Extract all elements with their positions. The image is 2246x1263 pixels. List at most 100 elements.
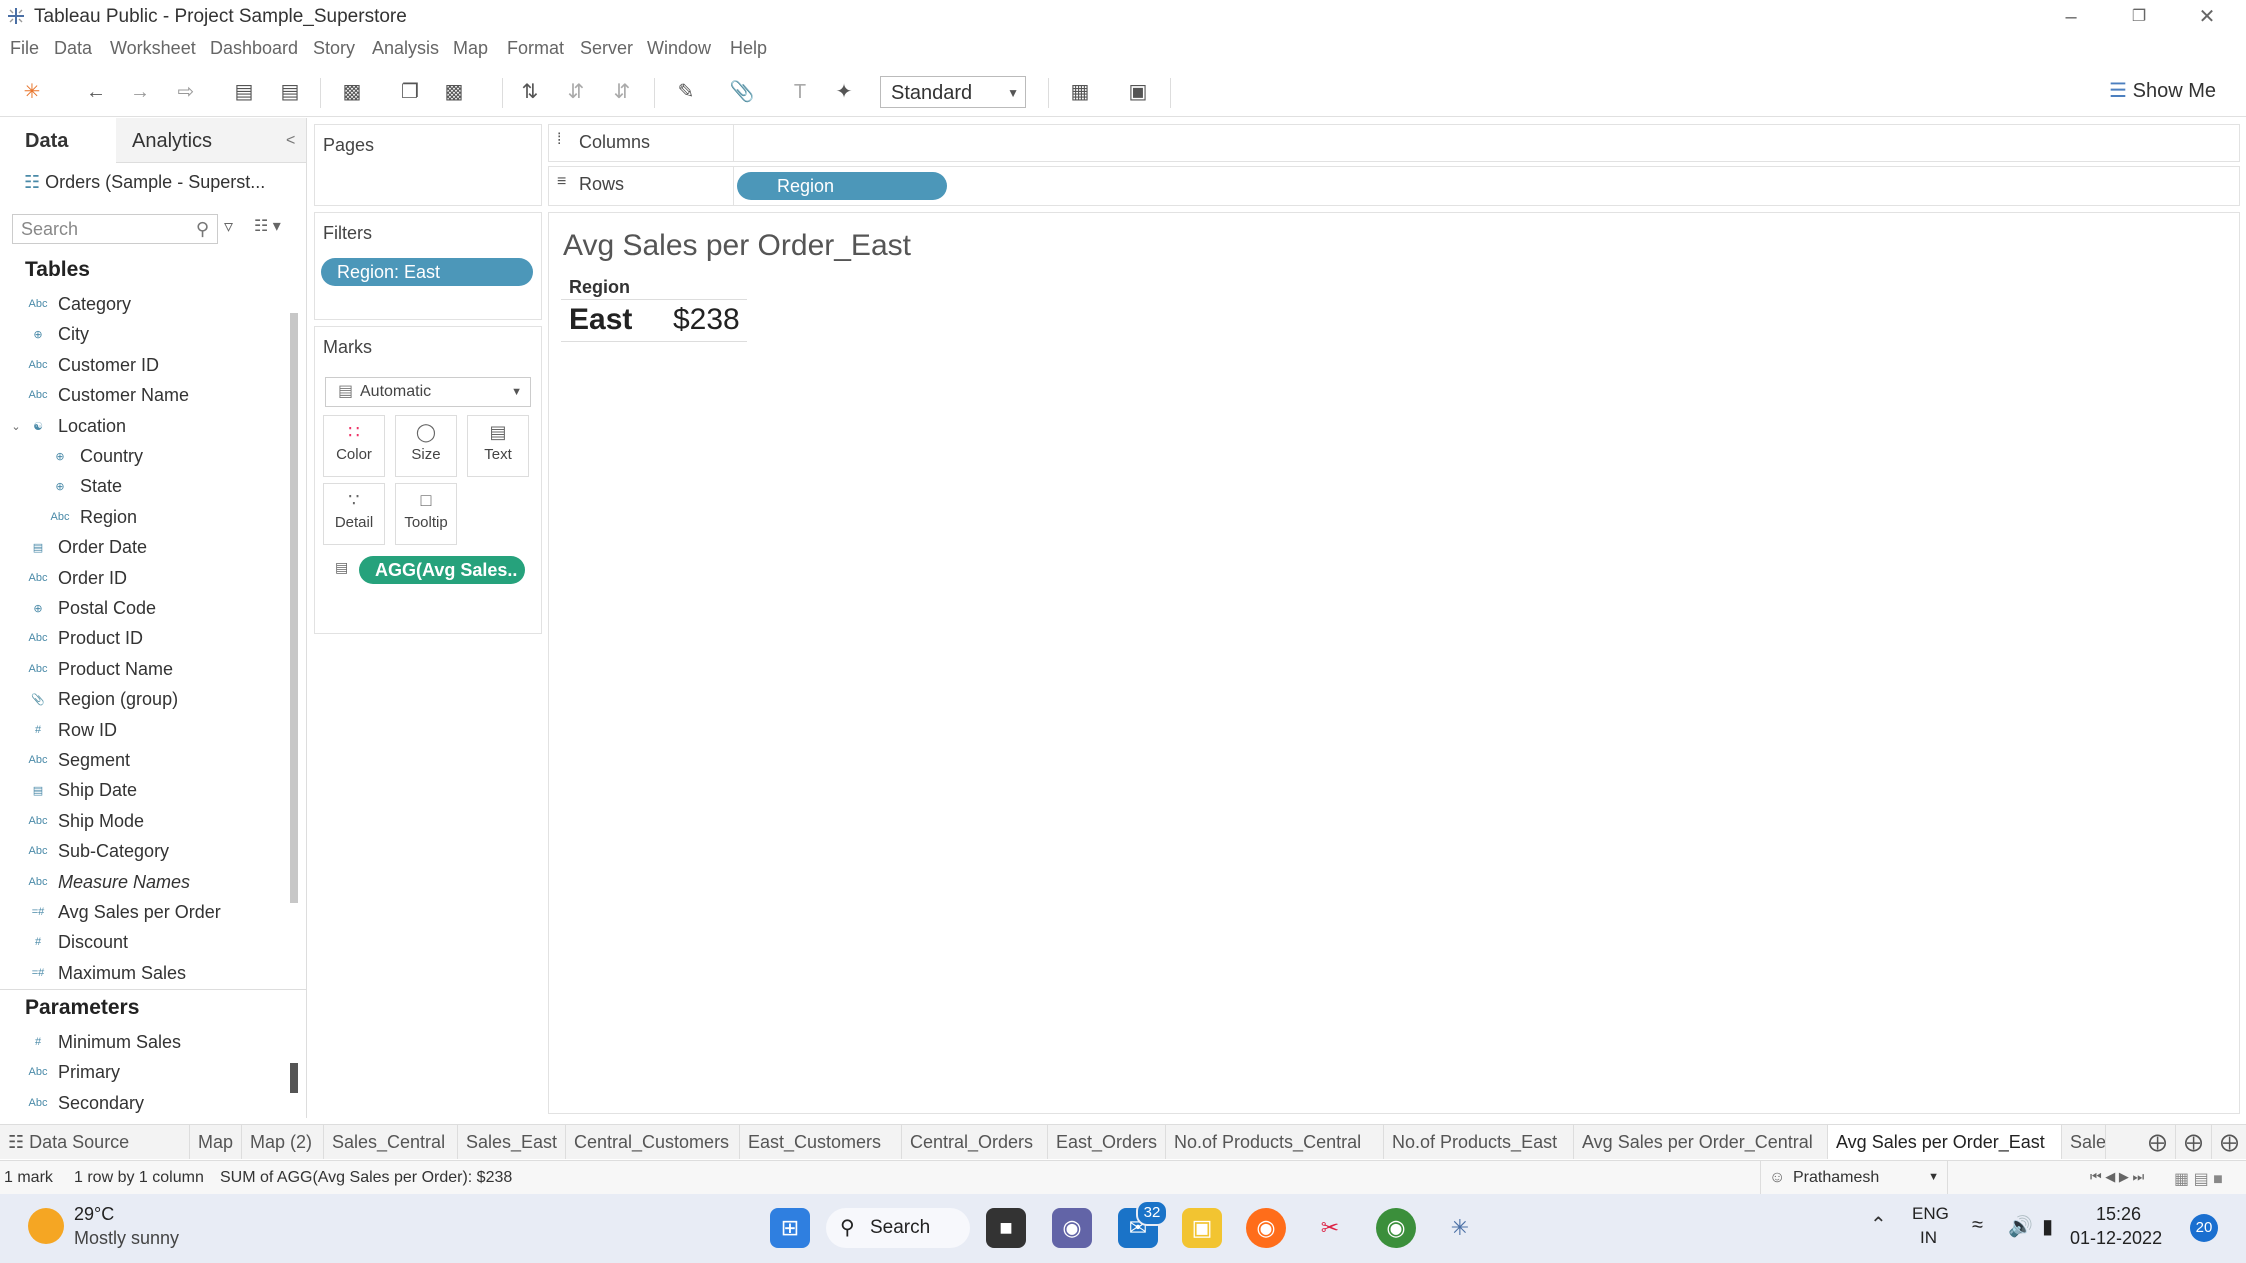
card-view-icon[interactable]: ▦ (1066, 78, 1094, 106)
field-item[interactable]: Row ID (58, 720, 117, 741)
parameter-item[interactable]: Minimum Sales (58, 1032, 181, 1053)
color-button[interactable]: ∷ Color (323, 415, 385, 477)
user-select[interactable]: ☺ Prathamesh ▼ (1760, 1161, 1948, 1195)
field-item[interactable]: Maximum Sales (58, 963, 186, 984)
nav-first-icon[interactable]: ⏮ ◀ ▶ ⏭ (2090, 1169, 2144, 1185)
notification-badge[interactable]: 20 (2190, 1214, 2218, 1242)
field-item[interactable]: State (80, 476, 122, 497)
menu-map[interactable]: Map (453, 38, 488, 59)
menu-data[interactable]: Data (54, 38, 92, 59)
scrollbar[interactable] (290, 313, 298, 903)
close-icon[interactable]: ✕ (2182, 2, 2232, 32)
sort-descending-icon[interactable]: ⇵ (608, 78, 636, 106)
save-icon[interactable]: ▤ (230, 78, 258, 106)
duplicate-sheet-icon[interactable]: ❐ (396, 78, 424, 106)
field-item[interactable]: Postal Code (58, 598, 156, 619)
sheet-tab[interactable]: Avg Sales per Order_Central (1574, 1125, 1828, 1159)
undo-icon[interactable]: ← (82, 78, 110, 106)
menu-server[interactable]: Server (580, 38, 633, 59)
new-story-tab-icon[interactable]: ⨁ (2212, 1125, 2246, 1159)
sheet-tab[interactable]: Sales_Central (324, 1125, 458, 1159)
sheet-tab[interactable]: Avg Sales per Order_East (1828, 1125, 2062, 1159)
field-item[interactable]: Measure Names (58, 872, 190, 893)
field-item[interactable]: Country (80, 446, 143, 467)
group-icon[interactable]: 📎 (728, 78, 756, 106)
mark-pill-avg-sales[interactable]: AGG(Avg Sales.. (359, 556, 525, 584)
menu-help[interactable]: Help (730, 38, 767, 59)
menu-dashboard[interactable]: Dashboard (210, 38, 298, 59)
sheet-tab[interactable]: East_Orders (1048, 1125, 1166, 1159)
sheet-tab[interactable]: No.of Products_Central (1166, 1125, 1384, 1159)
field-item[interactable]: Ship Mode (58, 811, 144, 832)
field-item[interactable]: Avg Sales per Order (58, 902, 221, 923)
field-item[interactable]: Customer ID (58, 355, 159, 376)
menu-story[interactable]: Story (313, 38, 355, 59)
lang-eng[interactable]: ENG (1912, 1204, 1949, 1224)
redo-icon[interactable]: → (126, 78, 154, 106)
wifi-icon[interactable]: ≈ (1972, 1214, 1983, 1237)
clock-time[interactable]: 15:26 (2096, 1204, 2141, 1225)
parameters-scrollbar[interactable] (290, 1063, 298, 1093)
sheet-tab[interactable]: No.of Products_East (1384, 1125, 1574, 1159)
field-item[interactable]: Product ID (58, 628, 143, 649)
weather-temp[interactable]: 29°C (74, 1204, 114, 1225)
tooltip-button[interactable]: □ Tooltip (395, 483, 457, 545)
minimize-icon[interactable]: – (2046, 2, 2096, 32)
teams-chat-icon[interactable]: ◉ (1052, 1208, 1092, 1248)
rows-shelf[interactable]: ≡ Rows Region (548, 166, 2240, 206)
battery-icon[interactable]: ▮ (2042, 1214, 2053, 1239)
tableau-home-icon[interactable]: ✳ (18, 78, 46, 106)
field-item[interactable]: Location (58, 416, 126, 437)
sort-ascending-icon[interactable]: ⇵ (562, 78, 590, 106)
volume-icon[interactable]: 🔊 (2008, 1214, 2033, 1239)
field-item[interactable]: Product Name (58, 659, 173, 680)
file-explorer-icon[interactable]: ▣ (1182, 1208, 1222, 1248)
lang-in[interactable]: IN (1920, 1228, 1937, 1248)
menu-window[interactable]: Window (647, 38, 711, 59)
chrome-icon[interactable]: ◉ (1376, 1208, 1416, 1248)
filter-pill-region[interactable]: Region: East (321, 258, 533, 286)
field-item[interactable]: Customer Name (58, 385, 189, 406)
new-worksheet-icon[interactable]: ▩ (338, 78, 366, 106)
tableau-taskbar-icon[interactable]: ✳ (1440, 1208, 1480, 1248)
labels-icon[interactable]: T (786, 78, 814, 106)
sheet-tab[interactable]: Map (190, 1125, 242, 1159)
tab-data[interactable]: Data (25, 130, 68, 153)
menu-worksheet[interactable]: Worksheet (110, 38, 196, 59)
columns-shelf[interactable]: ⁞ Columns (548, 124, 2240, 162)
swap-icon[interactable]: ⇅ (516, 78, 544, 106)
sheet-tab[interactable]: East_Customers (740, 1125, 902, 1159)
sheet-tab[interactable]: Map (2) (242, 1125, 324, 1159)
field-item[interactable]: Ship Date (58, 780, 137, 801)
restore-icon[interactable]: ❐ (2114, 2, 2164, 32)
parameter-item[interactable]: Primary (58, 1062, 120, 1083)
highlight-icon[interactable]: ✎ (672, 78, 700, 106)
collapse-pane-icon[interactable]: < (286, 132, 295, 150)
value-cell[interactable]: $238 (673, 303, 740, 337)
field-item[interactable]: Order ID (58, 568, 127, 589)
new-worksheet-tab-icon[interactable]: ⨁ (2140, 1125, 2176, 1159)
text-button[interactable]: ▤ Text (467, 415, 529, 477)
replay-icon[interactable]: ⇨ (172, 78, 200, 106)
field-item[interactable]: Order Date (58, 537, 147, 558)
detail-button[interactable]: ∵ Detail (323, 483, 385, 545)
new-dashboard-tab-icon[interactable]: ⨁ (2176, 1125, 2212, 1159)
presentation-icon[interactable]: ▣ (1124, 78, 1152, 106)
field-item[interactable]: Segment (58, 750, 130, 771)
field-item[interactable]: Discount (58, 932, 128, 953)
sheet-tab[interactable]: Sales_t (2062, 1125, 2106, 1159)
weather-desc[interactable]: Mostly sunny (74, 1228, 179, 1249)
rows-pill-region[interactable]: Region (737, 172, 947, 200)
clock-date[interactable]: 01-12-2022 (2070, 1228, 2162, 1249)
view-options-icon[interactable]: ☷ ▾ (254, 216, 281, 236)
sheet-title[interactable]: Avg Sales per Order_East (563, 229, 911, 263)
field-item[interactable]: Region (group) (58, 689, 178, 710)
task-view-icon[interactable]: ■ (986, 1208, 1026, 1248)
add-datasource-icon[interactable]: ▤ (276, 78, 304, 106)
sheet-tab[interactable]: Sales_East (458, 1125, 566, 1159)
sheet-tab[interactable]: Central_Orders (902, 1125, 1048, 1159)
windows-start-icon[interactable]: ⊞ (770, 1208, 810, 1248)
clear-sheet-icon[interactable]: ▩ (440, 78, 468, 106)
size-button[interactable]: ◯ Size (395, 415, 457, 477)
pages-shelf[interactable]: Pages (314, 124, 542, 206)
